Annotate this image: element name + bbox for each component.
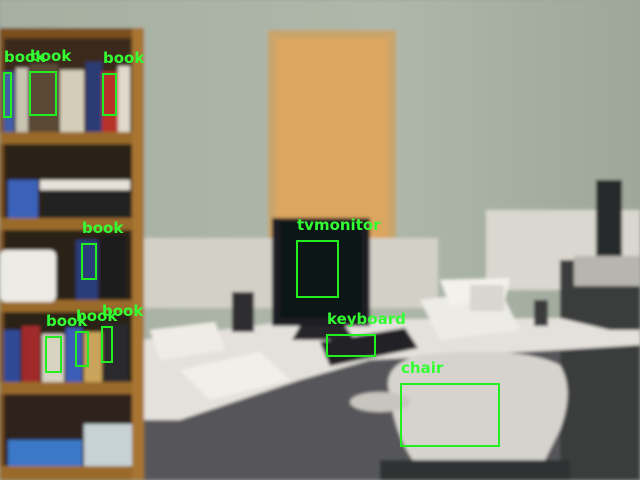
- keyboard-detection-box: [326, 334, 376, 357]
- chair-detection-box: [400, 383, 500, 447]
- book-detection-label: book: [103, 49, 145, 67]
- chair-detection-label: chair: [401, 359, 444, 377]
- office-scene: book book book book book book book tvmon…: [0, 0, 640, 480]
- book-detection-box: [101, 326, 113, 363]
- tvmonitor-detection-box: [296, 240, 339, 298]
- book-detection-label: book: [82, 219, 124, 237]
- book-detection-box: [75, 331, 89, 367]
- book-detection-box: [102, 73, 117, 116]
- book-detection-box: [45, 336, 62, 373]
- book-detection-box: [29, 71, 57, 116]
- tvmonitor-detection-label: tvmonitor: [297, 216, 381, 234]
- book-detection-box: [3, 72, 12, 118]
- keyboard-detection-label: keyboard: [327, 310, 406, 328]
- book-detection-label: book: [102, 302, 144, 320]
- book-detection-box: [81, 243, 97, 280]
- book-detection-label: book: [30, 47, 72, 65]
